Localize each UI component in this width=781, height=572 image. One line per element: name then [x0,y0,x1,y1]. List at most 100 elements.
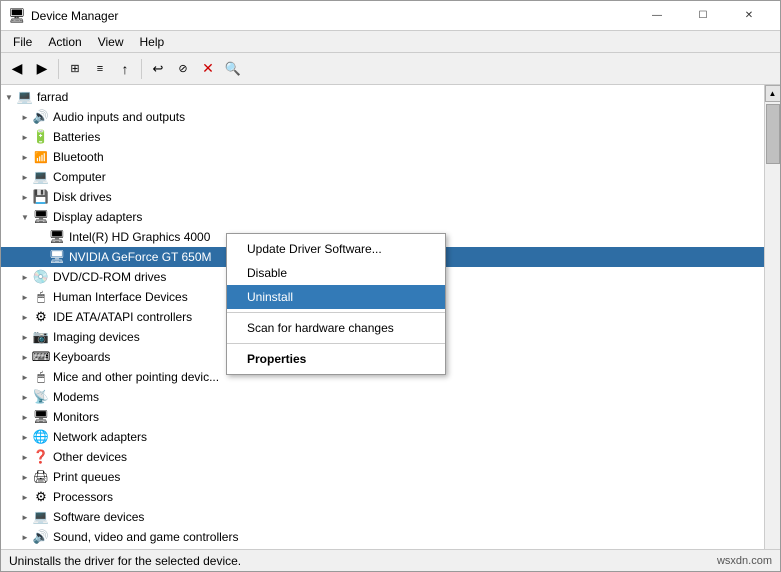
tree-item-other[interactable]: ► ❓ Other devices [1,447,764,467]
show-hidden-button[interactable]: ⊞ [63,57,87,81]
vertical-scrollbar[interactable]: ▲ [764,85,780,549]
scroll-up-arrow[interactable]: ▲ [765,85,781,102]
tree-item-audio[interactable]: ► 🔊 Audio inputs and outputs [1,107,764,127]
tree-item-root[interactable]: ▼ 💻 farrad [1,87,764,107]
expander-network[interactable]: ► [17,427,33,447]
expander-storage[interactable]: ► [17,547,33,549]
icon-hid: 🖱 [33,289,49,305]
tree-item-diskdrives[interactable]: ► 💾 Disk drives [1,187,764,207]
minimize-button[interactable]: — [634,1,680,31]
icon-modems: 📡 [33,389,49,405]
expander-other[interactable]: ► [17,447,33,467]
label-nvidia: NVIDIA GeForce GT 650M [69,250,212,264]
icon-root: 💻 [17,89,33,105]
menu-bar: File Action View Help [1,31,780,53]
expander-imaging[interactable]: ► [17,327,33,347]
label-displayadapters: Display adapters [53,210,142,224]
label-ide: IDE ATA/ATAPI controllers [53,310,192,324]
tree-item-modems[interactable]: ► 📡 Modems [1,387,764,407]
toolbar-separator-1 [58,59,59,79]
ctx-uninstall[interactable]: Uninstall [227,285,445,309]
expander-keyboards[interactable]: ► [17,347,33,367]
icon-keyboards: ⌨ [33,349,49,365]
tree-item-network[interactable]: ► 🌐 Network adapters [1,427,764,447]
expander-software[interactable]: ► [17,507,33,527]
expander-modems[interactable]: ► [17,387,33,407]
tree-item-processors[interactable]: ► ⚙ Processors [1,487,764,507]
ctx-disable[interactable]: Disable [227,261,445,285]
status-brand: wsxdn.com [717,555,772,567]
label-network: Network adapters [53,430,147,444]
ctx-separator-2 [227,343,445,344]
rollback-button[interactable]: ↩ [146,57,170,81]
expander-processors[interactable]: ► [17,487,33,507]
label-hid: Human Interface Devices [53,290,188,304]
menu-help[interactable]: Help [132,31,173,52]
ctx-update-driver[interactable]: Update Driver Software... [227,237,445,261]
label-keyboards: Keyboards [53,350,110,364]
tree-item-software[interactable]: ► 💻 Software devices [1,507,764,527]
expander-audio[interactable]: ► [17,107,33,127]
label-diskdrives: Disk drives [53,190,112,204]
expander-sound[interactable]: ► [17,527,33,547]
tree-item-monitors[interactable]: ► 🖥 Monitors [1,407,764,427]
expander-hid[interactable]: ► [17,287,33,307]
maximize-button[interactable]: ☐ [680,1,726,31]
toolbar: ◀ ▶ ⊞ ≡ ↑ ↩ ⊘ ✕ 🔍 [1,53,780,85]
ctx-properties[interactable]: Properties [227,347,445,371]
expander-mice[interactable]: ► [17,367,33,387]
tree-item-sound[interactable]: ► 🔊 Sound, video and game controllers [1,527,764,547]
label-processors: Processors [53,490,113,504]
tree-item-displayadapters[interactable]: ▼ 🖥 Display adapters [1,207,764,227]
expander-displayadapters[interactable]: ▼ [17,207,33,227]
window-icon: 🖥 [9,8,25,24]
expander-bluetooth[interactable]: ► [17,147,33,167]
tree-item-batteries[interactable]: ► 🔋 Batteries [1,127,764,147]
menu-action[interactable]: Action [40,31,89,52]
label-sound: Sound, video and game controllers [53,530,238,544]
back-button[interactable]: ◀ [5,57,29,81]
label-print: Print queues [53,470,120,484]
expander-ide[interactable]: ► [17,307,33,327]
close-button[interactable]: ✕ [726,1,772,31]
tree-item-bluetooth[interactable]: ► 📶 Bluetooth [1,147,764,167]
icon-audio: 🔊 [33,109,49,125]
icon-print: 🖨 [33,469,49,485]
tree-item-computer[interactable]: ► 💻 Computer [1,167,764,187]
expander-batteries[interactable]: ► [17,127,33,147]
menu-file[interactable]: File [5,31,40,52]
context-menu: Update Driver Software... Disable Uninst… [226,233,446,375]
tree-item-print[interactable]: ► 🖨 Print queues [1,467,764,487]
scroll-thumb[interactable] [766,104,780,164]
label-software: Software devices [53,510,144,524]
expander-computer[interactable]: ► [17,167,33,187]
icon-imaging: 📷 [33,329,49,345]
menu-view[interactable]: View [90,31,132,52]
expander-root[interactable]: ▼ [1,87,17,107]
device-tree[interactable]: ▼ 💻 farrad ► 🔊 Audio inputs and outputs … [1,85,764,549]
icon-batteries: 🔋 [33,129,49,145]
update-driver-button[interactable]: ↑ [113,57,137,81]
forward-button[interactable]: ▶ [30,57,54,81]
icon-bluetooth: 📶 [33,149,49,165]
icon-intel: 🖥 [49,229,65,245]
uninstall-button[interactable]: ✕ [196,57,220,81]
ctx-scan[interactable]: Scan for hardware changes [227,316,445,340]
label-imaging: Imaging devices [53,330,140,344]
icon-displayadapters: 🖥 [33,209,49,225]
expander-print[interactable]: ► [17,467,33,487]
window-title: Device Manager [31,9,634,23]
tree-item-storage[interactable]: ► 💾 Storage controllers [1,547,764,549]
main-content: ▼ 💻 farrad ► 🔊 Audio inputs and outputs … [1,85,780,549]
expander-diskdrives[interactable]: ► [17,187,33,207]
label-other: Other devices [53,450,127,464]
disable-button[interactable]: ⊘ [171,57,195,81]
scan-button[interactable]: 🔍 [221,57,245,81]
icon-processors: ⚙ [33,489,49,505]
expander-monitors[interactable]: ► [17,407,33,427]
label-intel: Intel(R) HD Graphics 4000 [69,230,210,244]
label-batteries: Batteries [53,130,100,144]
properties-button[interactable]: ≡ [88,57,112,81]
expander-dvd[interactable]: ► [17,267,33,287]
icon-computer: 💻 [33,169,49,185]
